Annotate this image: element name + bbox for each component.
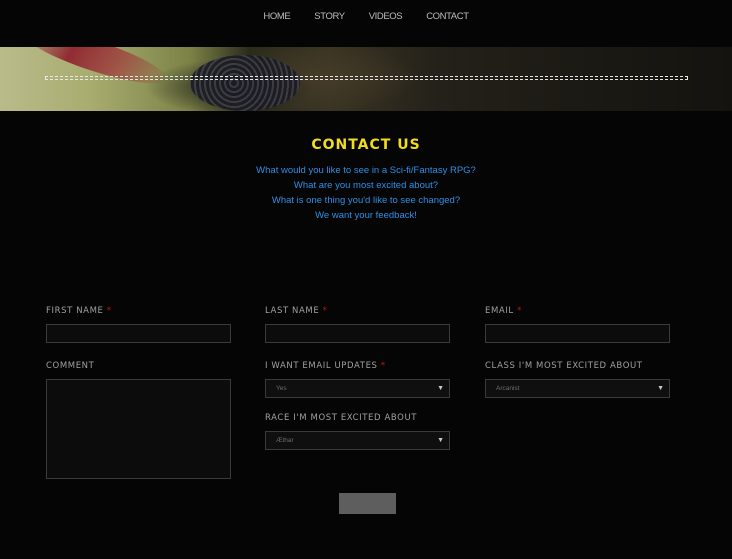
- race-label: RACE I'M MOST EXCITED ABOUT: [265, 413, 417, 423]
- intro-line: What are you most excited about?: [293, 180, 439, 191]
- last-name-input[interactable]: [265, 324, 450, 343]
- intro-line: We want your feedback!: [315, 210, 417, 221]
- required-marker: *: [322, 306, 328, 316]
- race-value: Æthar: [276, 437, 294, 444]
- class-select[interactable]: Arcanist ▼: [485, 379, 670, 398]
- email-label-text: EMAIL: [485, 306, 514, 316]
- nav-home-link[interactable]: HOME: [251, 11, 302, 22]
- header-banner-image: [0, 47, 732, 111]
- email-label: EMAIL *: [485, 306, 522, 316]
- nav-videos-link[interactable]: VIDEOS: [357, 11, 415, 22]
- required-marker: *: [106, 306, 112, 316]
- required-marker: *: [517, 306, 522, 316]
- intro-line: What is one thing you'd like to see chan…: [271, 195, 461, 206]
- email-updates-label: I WANT EMAIL UPDATES *: [265, 361, 386, 371]
- banner-feather-decoration: [19, 47, 171, 94]
- nav-contact-link[interactable]: CONTACT: [414, 11, 480, 22]
- last-name-label: LAST NAME *: [265, 306, 327, 316]
- submit-button[interactable]: [339, 493, 396, 514]
- first-name-label: FIRST NAME *: [46, 306, 112, 316]
- email-updates-select[interactable]: Yes ▼: [265, 379, 450, 398]
- intro-text: What would you like to see in a Sci-fi/F…: [0, 163, 732, 223]
- email-updates-value: Yes: [276, 385, 287, 392]
- first-name-label-text: FIRST NAME: [46, 306, 104, 316]
- required-marker: *: [380, 361, 386, 371]
- email-input[interactable]: [485, 324, 670, 343]
- first-name-input[interactable]: [46, 324, 231, 343]
- comment-textarea[interactable]: [46, 379, 231, 479]
- page-title: CONTACT US: [311, 137, 421, 153]
- nav-story-link[interactable]: STORY: [302, 11, 356, 22]
- chevron-down-icon: ▼: [437, 385, 444, 392]
- email-updates-label-text: I WANT EMAIL UPDATES: [265, 361, 378, 371]
- chevron-down-icon: ▼: [657, 385, 664, 392]
- class-value: Arcanist: [496, 385, 520, 392]
- class-label-text: CLASS I'M MOST EXCITED ABOUT: [485, 361, 643, 371]
- comment-label: COMMENT: [46, 361, 94, 371]
- intro-line: What would you like to see in a Sci-fi/F…: [256, 165, 476, 176]
- chevron-down-icon: ▼: [437, 437, 444, 444]
- banner-dashed-divider: [45, 76, 688, 80]
- class-label: CLASS I'M MOST EXCITED ABOUT: [485, 361, 643, 371]
- main-nav: HOME STORY VIDEOS CONTACT: [0, 0, 732, 47]
- race-select[interactable]: Æthar ▼: [265, 431, 450, 450]
- comment-label-text: COMMENT: [46, 361, 95, 371]
- banner-orb-decoration: [190, 55, 300, 111]
- race-label-text: RACE I'M MOST EXCITED ABOUT: [265, 413, 418, 423]
- last-name-label-text: LAST NAME: [265, 306, 320, 316]
